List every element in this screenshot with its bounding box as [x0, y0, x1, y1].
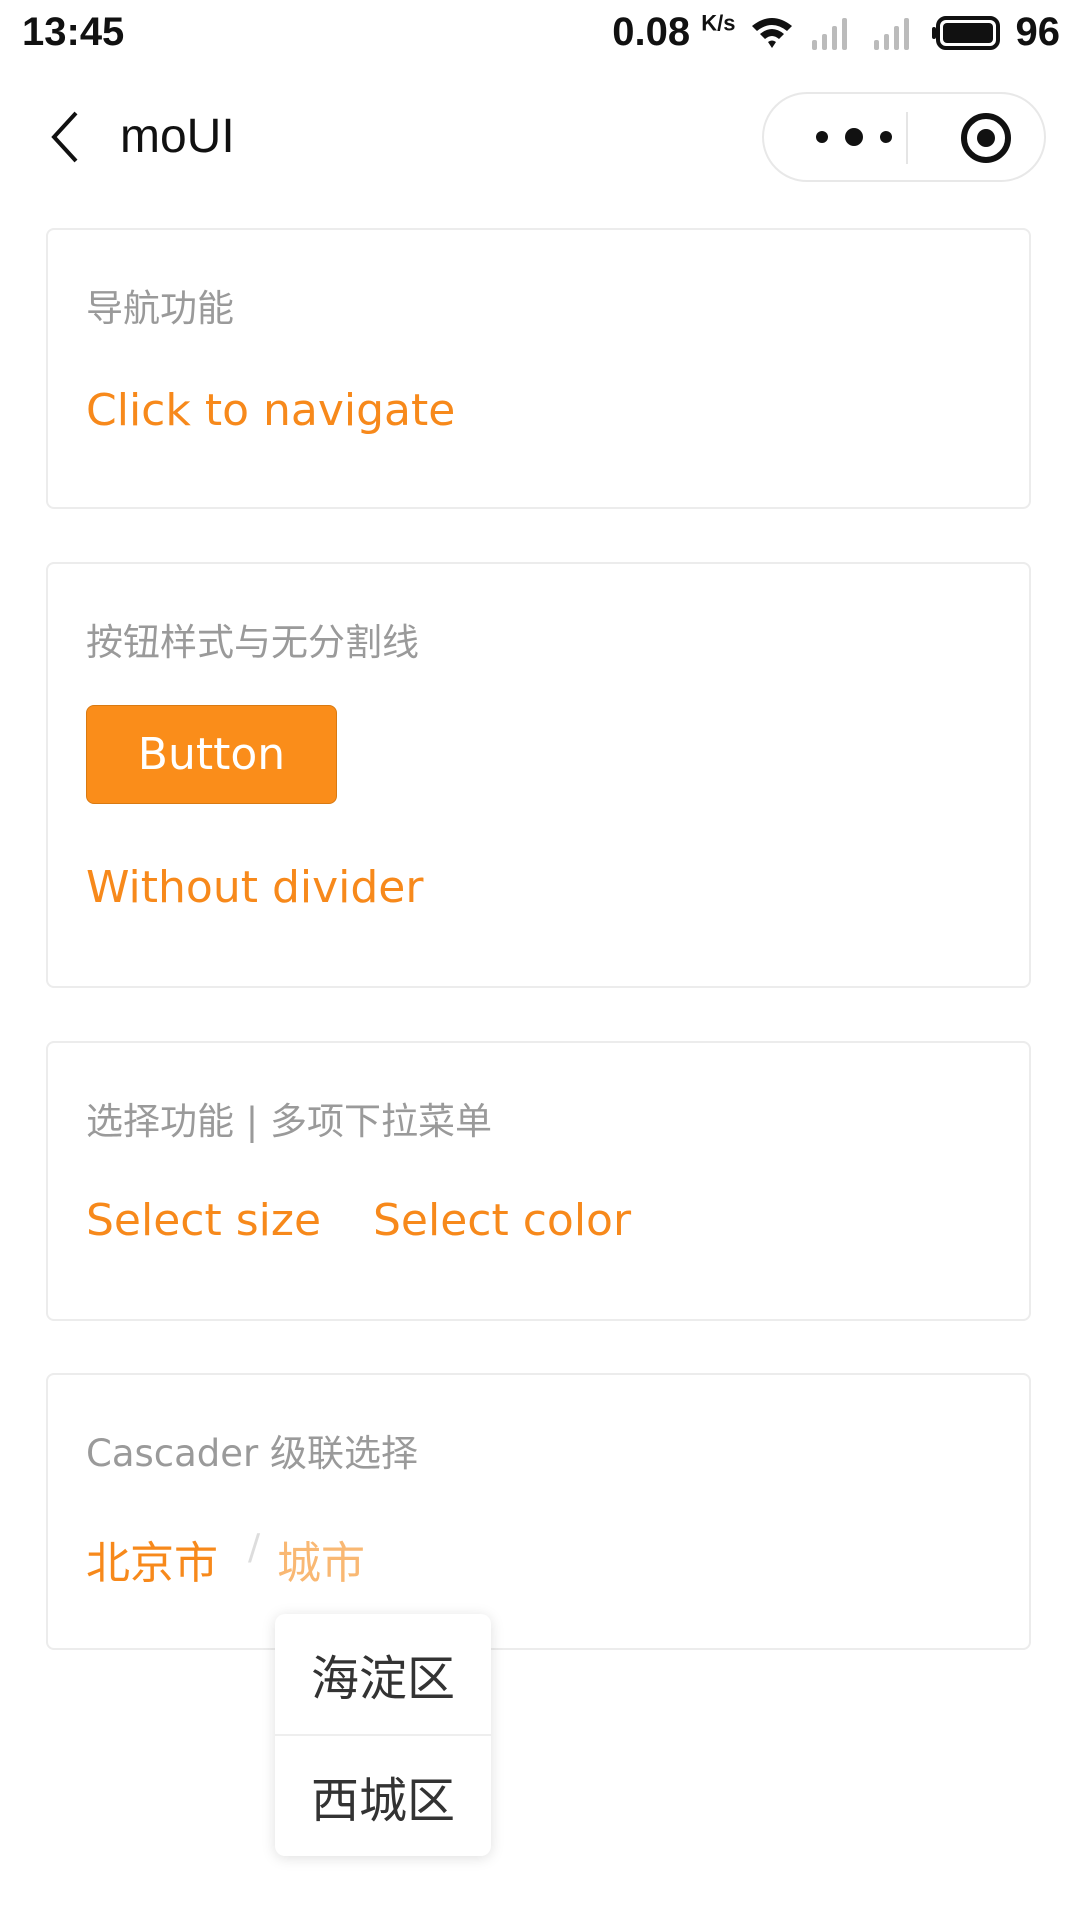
card-title: 导航功能 [86, 287, 234, 330]
status-right: 0.08 K/s 96 [612, 10, 1060, 55]
network-speed: 0.08 K/s [612, 10, 735, 55]
back-icon[interactable] [40, 107, 100, 167]
button-card: 按钮样式与无分割线 Button Without divider [46, 562, 1031, 988]
card-title: 按钮样式与无分割线 [86, 621, 419, 664]
cascader-level-2[interactable]: 城市 [277, 1527, 365, 1591]
more-icon[interactable] [804, 122, 904, 152]
select-card: 选择功能 | 多项下拉菜单 Select size Select color [46, 1041, 1031, 1321]
dropdown-option[interactable]: 海淀区 [275, 1614, 491, 1734]
navigate-link[interactable]: Click to navigate [86, 385, 455, 436]
cascader-separator: / [248, 1527, 261, 1568]
page-title: moUI [120, 110, 235, 163]
without-divider-link[interactable]: Without divider [86, 862, 423, 913]
card-title: Cascader 级联选择 [86, 1432, 419, 1475]
signal-icon [873, 17, 909, 50]
dropdown-option[interactable]: 西城区 [275, 1736, 491, 1856]
cascader-card: Cascader 级联选择 北京市 / 城市 [46, 1373, 1031, 1650]
speed-value: 0.08 [612, 10, 691, 54]
signal-icon [811, 17, 847, 50]
navigation-card: 导航功能 Click to navigate [46, 228, 1031, 509]
capsule-menu [762, 92, 1046, 182]
battery-level: 96 [1015, 10, 1061, 54]
cascader-dropdown: 海淀区 西城区 [275, 1614, 491, 1856]
cascader-level-1[interactable]: 北京市 [86, 1527, 218, 1591]
primary-button[interactable]: Button [86, 705, 337, 804]
battery-icon [931, 15, 1000, 50]
nav-bar: moUI [0, 67, 1080, 207]
status-bar: 13:45 0.08 K/s 96 [0, 0, 1080, 67]
capsule-divider [906, 112, 908, 164]
card-title: 选择功能 | 多项下拉菜单 [86, 1100, 492, 1143]
close-target-icon[interactable] [960, 112, 1012, 164]
status-time: 13:45 [22, 10, 125, 54]
wifi-icon [751, 17, 792, 48]
select-size-link[interactable]: Select size [86, 1195, 321, 1246]
select-color-link[interactable]: Select color [373, 1195, 631, 1246]
speed-unit: K/s [701, 10, 736, 36]
